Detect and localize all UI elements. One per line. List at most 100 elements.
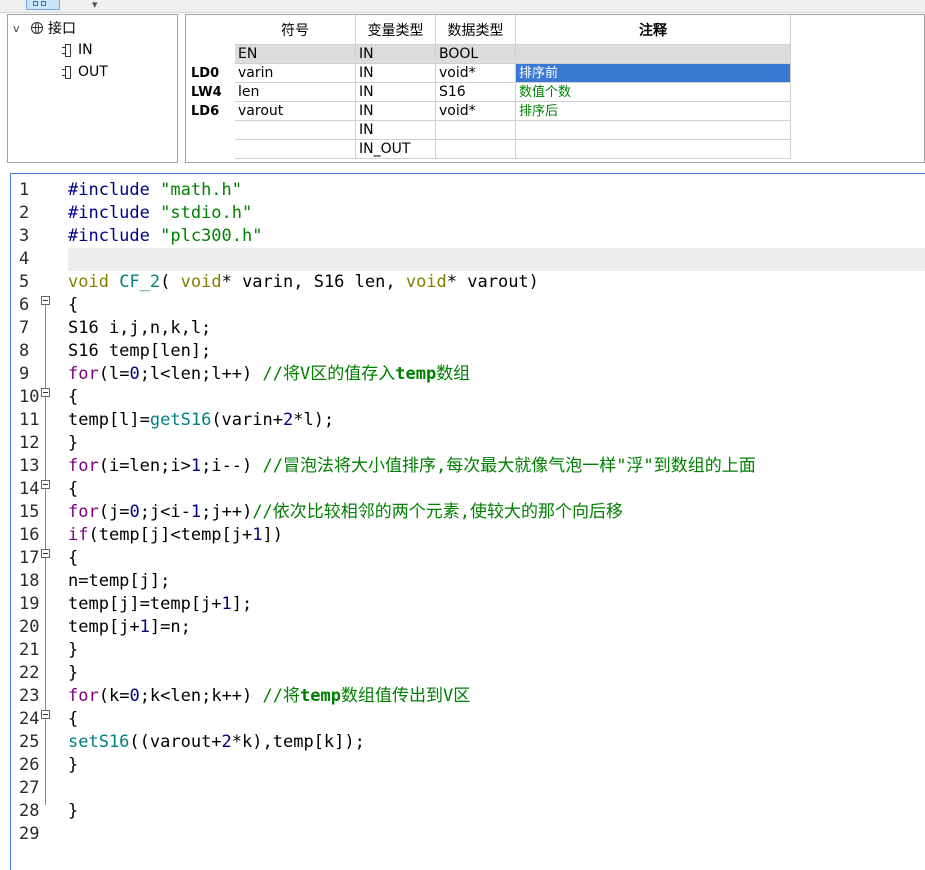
view-toggle-button[interactable] xyxy=(26,0,60,10)
tree-node-interface[interactable]: v 接口 xyxy=(13,18,76,38)
grid-icon xyxy=(41,1,46,6)
code-token: 1 xyxy=(190,502,202,522)
code-token: { xyxy=(68,548,79,568)
code-line[interactable]: } xyxy=(68,754,78,777)
cell-var-type[interactable]: IN xyxy=(356,45,436,64)
cell-var-type[interactable]: IN xyxy=(356,64,436,83)
cell-data-type[interactable] xyxy=(436,140,516,159)
column-header-var-type[interactable]: 变量类型 xyxy=(356,15,436,45)
variable-table: LD0 LW4 LD6 符号 变量类型 数据类型 注释 EN IN BOOL varin IN v… xyxy=(185,14,925,163)
code-token: temp xyxy=(395,364,437,384)
code-line[interactable]: { xyxy=(68,547,78,570)
address-label: LW4 xyxy=(191,85,222,100)
code-line[interactable]: temp[l]=getS16(varin+2*l); xyxy=(68,409,334,432)
code-token: //将 xyxy=(262,686,300,706)
code-editor[interactable]: 1 #include "math.h" 2 #include "stdio.h" 3 #i… xyxy=(10,173,925,870)
line-number: 28 xyxy=(19,801,40,821)
cell-comment[interactable]: 数值个数 xyxy=(516,83,791,102)
cell-data-type[interactable] xyxy=(436,121,516,140)
code-token: 数组值传出到V区 xyxy=(340,686,471,706)
code-token: 1 xyxy=(221,594,232,614)
code-line[interactable]: n=temp[j]; xyxy=(68,570,170,593)
cell-symbol[interactable]: EN xyxy=(235,45,356,64)
code-line[interactable]: temp[j+1]=n; xyxy=(68,616,191,639)
code-line[interactable]: } xyxy=(68,800,78,823)
cell-var-type[interactable]: IN xyxy=(356,121,436,140)
code-line[interactable]: S16 temp[len]; xyxy=(68,340,211,363)
code-token: void xyxy=(180,272,222,292)
cell-data-type[interactable]: void* xyxy=(436,64,516,83)
cell-comment[interactable] xyxy=(516,140,791,159)
fold-toggle-icon[interactable] xyxy=(41,296,50,305)
code-line[interactable]: #include "math.h" xyxy=(68,179,242,202)
toolbar-icon[interactable]: ▾ xyxy=(92,0,98,11)
cell-data-type[interactable]: S16 xyxy=(436,83,516,102)
code-line[interactable]: } xyxy=(68,432,78,455)
code-token: //将V区的值存入 xyxy=(262,364,396,384)
cell-comment[interactable] xyxy=(516,121,791,140)
cell-comment[interactable]: 排序前 xyxy=(516,64,791,83)
code-token: 数组 xyxy=(436,364,471,384)
address-column: LD0 LW4 LD6 xyxy=(186,15,235,162)
cell-var-type[interactable]: IN xyxy=(356,83,436,102)
code-line[interactable]: void CF_2( void* varin, S16 len, void* v… xyxy=(68,271,539,294)
tree-node-in[interactable]: IN xyxy=(62,40,93,60)
code-line[interactable]: if(temp[j]<temp[j+1]) xyxy=(68,524,283,547)
address-label: LD6 xyxy=(191,104,220,119)
cell-data-type[interactable]: void* xyxy=(436,102,516,121)
code-line[interactable]: { xyxy=(68,294,78,317)
code-token: "stdio.h" xyxy=(160,203,253,223)
code-line[interactable]: } xyxy=(68,639,78,662)
code-token: } xyxy=(68,755,79,775)
code-token: (l= xyxy=(98,364,130,384)
fold-toggle-icon[interactable] xyxy=(41,480,50,489)
cell-symbol[interactable]: len xyxy=(235,83,356,102)
pin-icon xyxy=(62,65,73,79)
code-token: void xyxy=(405,272,447,292)
cell-symbol[interactable] xyxy=(235,140,356,159)
code-line[interactable]: for(j=0;j<i-1;j++)//依次比较相邻的两个元素,使较大的那个向后… xyxy=(68,501,623,524)
cell-data-type[interactable]: BOOL xyxy=(436,45,516,64)
column-header-symbol[interactable]: 符号 xyxy=(235,15,356,45)
code-line[interactable]: } xyxy=(68,662,78,685)
code-line[interactable]: for(i=len;i>1;i--) //冒泡法将大小值排序,每次最大就像气泡一… xyxy=(68,455,756,478)
code-line[interactable]: #include "plc300.h" xyxy=(68,225,262,248)
code-token: "plc300.h" xyxy=(160,226,263,246)
code-token: #include xyxy=(68,226,161,246)
cell-symbol[interactable]: varin xyxy=(235,64,356,83)
tree-node-out[interactable]: OUT xyxy=(62,62,108,82)
line-number: 13 xyxy=(19,456,40,476)
code-token: S16 temp[len]; xyxy=(68,341,212,361)
code-token: setS16 xyxy=(68,732,130,752)
cell-symbol[interactable]: varout xyxy=(235,102,356,121)
fold-toggle-icon[interactable] xyxy=(41,549,50,558)
fold-toggle-icon[interactable] xyxy=(41,388,50,397)
code-line[interactable]: for(l=0;l<len;l++) //将V区的值存入temp数组 xyxy=(68,363,470,386)
code-line[interactable]: S16 i,j,n,k,l; xyxy=(68,317,211,340)
code-token: 0 xyxy=(129,364,140,384)
line-number: 8 xyxy=(19,341,30,361)
code-token: *l); xyxy=(293,410,335,430)
cell-comment[interactable]: 排序后 xyxy=(516,102,791,121)
cell-comment[interactable] xyxy=(516,45,791,64)
code-line[interactable]: { xyxy=(68,386,78,409)
code-line[interactable]: #include "stdio.h" xyxy=(68,202,252,225)
cell-var-type[interactable]: IN xyxy=(356,102,436,121)
cell-symbol[interactable] xyxy=(235,121,356,140)
code-line[interactable]: temp[j]=temp[j+1]; xyxy=(68,593,252,616)
fold-toggle-icon[interactable] xyxy=(41,710,50,719)
code-token: ;l<len;l++) xyxy=(139,364,263,384)
code-line[interactable]: { xyxy=(68,478,78,501)
code-line[interactable]: setS16((varout+2*k),temp[k]); xyxy=(68,731,365,754)
address-label: LD0 xyxy=(191,66,220,81)
tree-node-label: OUT xyxy=(78,64,108,80)
chevron-down-icon[interactable]: v xyxy=(13,22,25,35)
cell-var-type[interactable]: IN_OUT xyxy=(356,140,436,159)
column-header-data-type[interactable]: 数据类型 xyxy=(436,15,516,45)
column-header-comment[interactable]: 注释 xyxy=(516,15,791,45)
code-token: ]=n; xyxy=(149,617,191,637)
code-line[interactable]: for(k=0;k<len;k++) //将temp数组值传出到V区 xyxy=(68,685,470,708)
code-token: (k= xyxy=(98,686,130,706)
code-line[interactable]: { xyxy=(68,708,78,731)
